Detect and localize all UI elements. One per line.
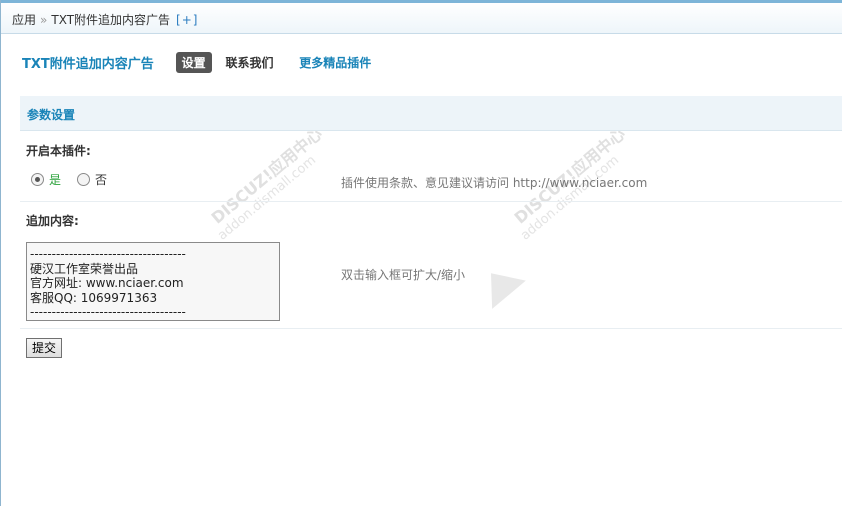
- tab-more-plugins[interactable]: 更多精品插件: [299, 54, 371, 71]
- submit-button[interactable]: 提交: [26, 338, 63, 358]
- enable-plugin-label: 开启本插件:: [26, 144, 91, 158]
- enable-yes-label[interactable]: 是: [49, 171, 61, 188]
- watermark-logo-icon: [474, 259, 526, 309]
- breadcrumb-separator: »: [40, 13, 48, 27]
- watermark-url: addon.dismall.com: [518, 152, 623, 244]
- left-frame-border: [0, 0, 1, 506]
- append-content-hint: 双击输入框可扩大/缩小: [341, 268, 466, 282]
- tab-contact[interactable]: 联系我们: [225, 54, 273, 71]
- watermark-brand: DISCUZ!应用中心: [207, 124, 326, 228]
- enable-no-radio[interactable]: [77, 173, 91, 186]
- row-divider: [20, 328, 842, 329]
- breadcrumb-current: TXT附件追加内容广告: [51, 13, 171, 27]
- tab-settings[interactable]: 设置: [175, 52, 212, 73]
- section-title: 参数设置: [27, 108, 76, 122]
- breadcrumb: 应用 » TXT附件追加内容广告 [+]: [12, 11, 198, 28]
- section-header: 参数设置: [20, 96, 842, 131]
- append-content-label: 追加内容:: [26, 214, 79, 228]
- watermark-url: addon.dismall.com: [215, 152, 320, 244]
- enable-hint: 插件使用条款、意见建议请访问 http://www.nciaer.com: [341, 176, 648, 190]
- add-shortcut-button[interactable]: [+]: [176, 13, 198, 27]
- enable-yes-radio[interactable]: [31, 173, 44, 186]
- breadcrumb-root[interactable]: 应用: [12, 13, 36, 27]
- row-divider: [20, 201, 842, 202]
- enable-radio-group: 是否: [31, 171, 107, 187]
- top-bar: 应用 » TXT附件追加内容广告 [+]: [1, 0, 842, 34]
- plugin-title: TXT附件追加内容广告: [22, 57, 154, 72]
- plugin-nav: TXT附件追加内容广告 设置 联系我们 更多精品插件: [22, 52, 371, 73]
- enable-no-label[interactable]: 否: [95, 171, 107, 188]
- append-content-textarea[interactable]: ------------------------------------ 硬汉工…: [26, 242, 280, 321]
